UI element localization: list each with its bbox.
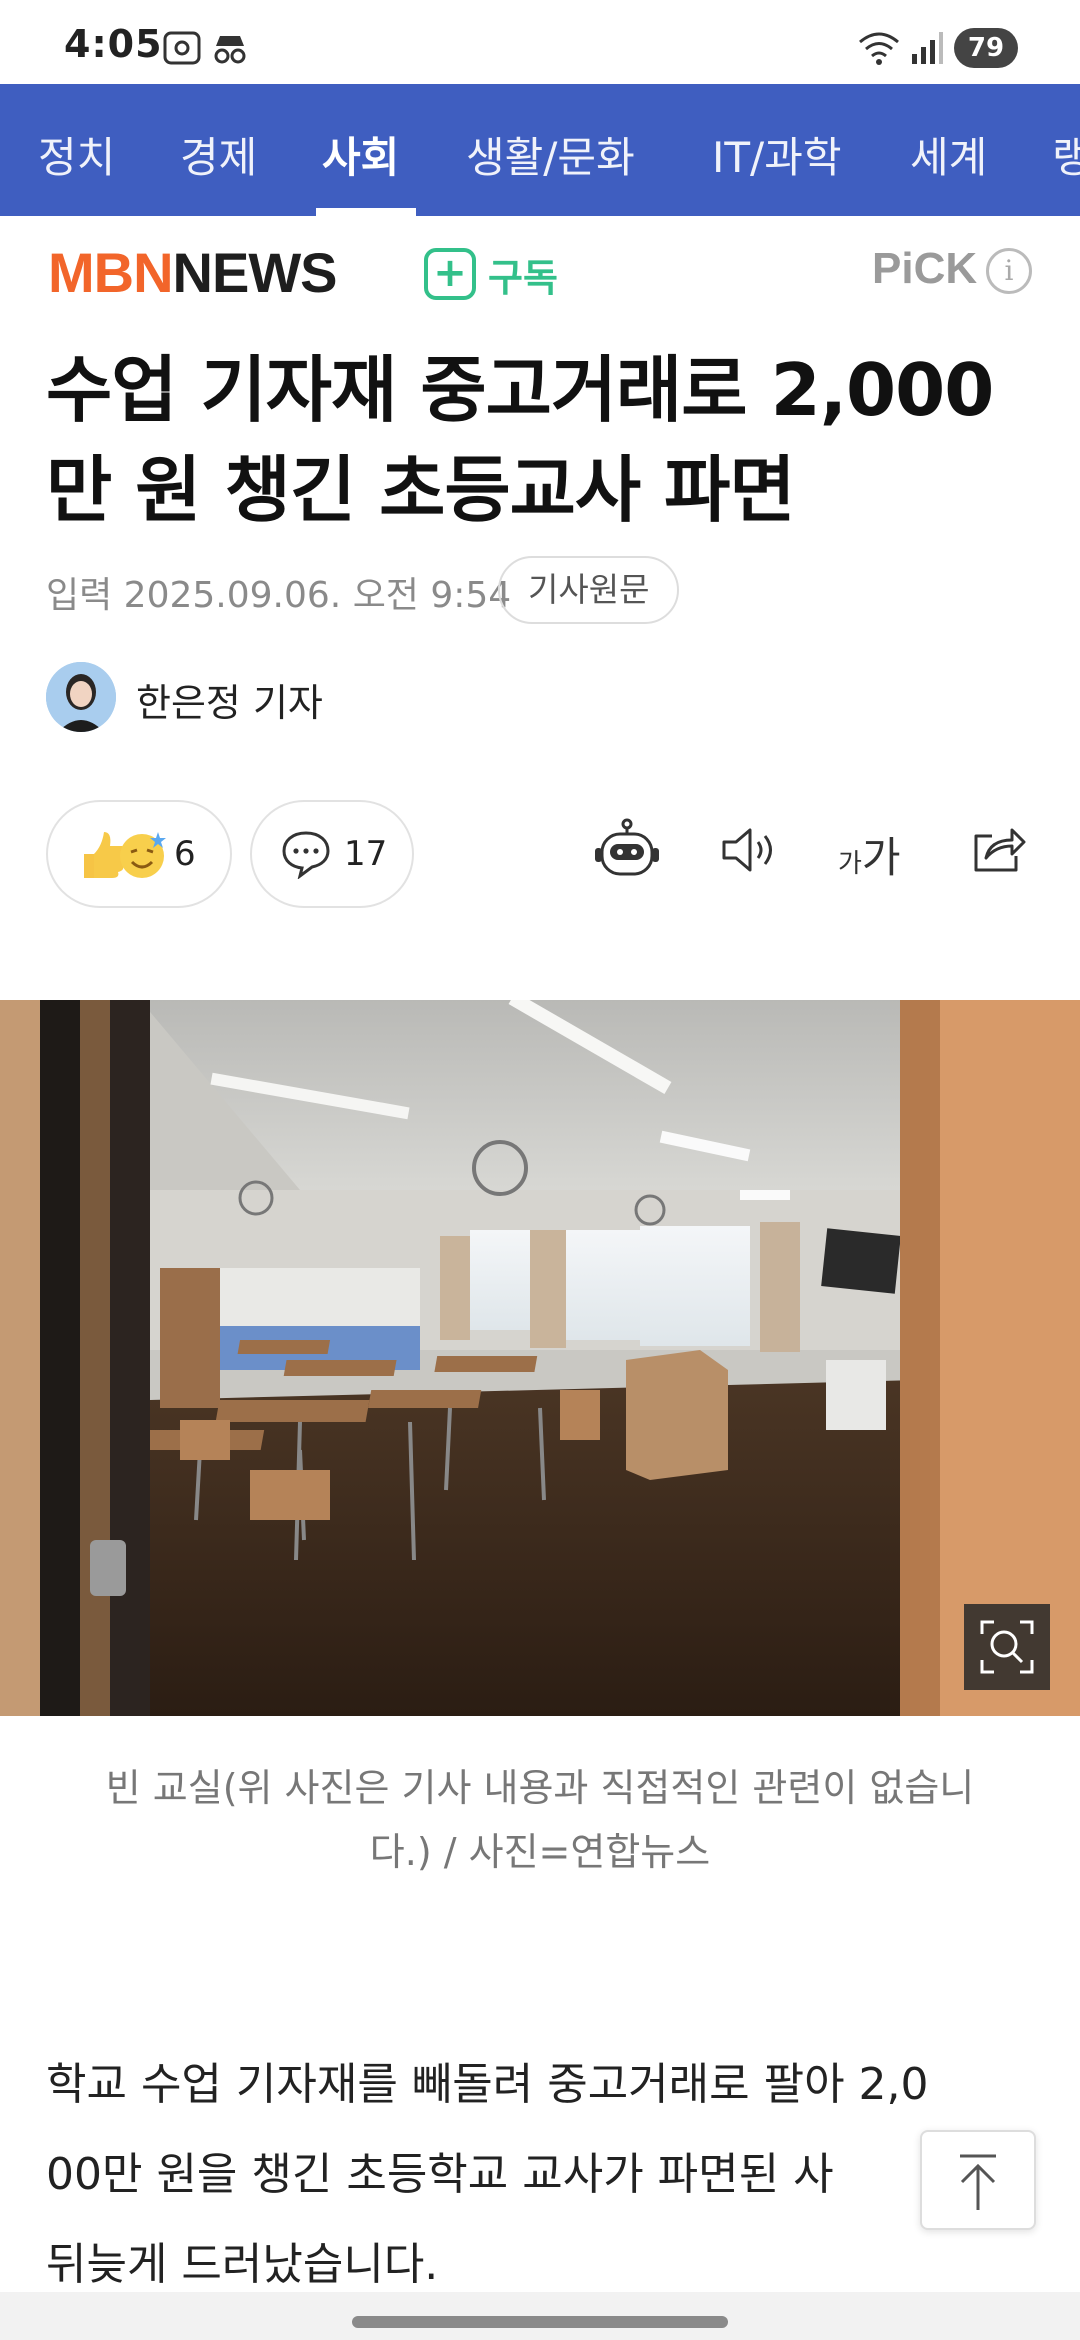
classroom-image: [0, 1000, 1080, 1716]
share-icon[interactable]: [970, 824, 1028, 876]
tab-politics[interactable]: 정치: [38, 124, 115, 185]
caption-line: 빈 교실(위 사진은 기사 내용과 직접적인 관련이 없습니: [105, 1766, 975, 1810]
logo-mbn-text: MBN: [48, 241, 174, 304]
font-size-large-label: 가: [861, 833, 901, 882]
info-icon[interactable]: i: [986, 248, 1032, 294]
category-nav: 정치 경제 사회 생활/문화 IT/과학 세계 랭: [0, 84, 1080, 216]
home-indicator[interactable]: [352, 2316, 728, 2328]
tab-world[interactable]: 세계: [910, 124, 987, 185]
article-title: 수업 기자재 중고거래로 2,000 만 원 챙긴 초등교사 파면: [46, 340, 1046, 540]
article-title-line: 만 원 챙긴 초등교사 파면: [46, 448, 796, 532]
signal-icon: [912, 32, 943, 64]
subscribe-label: 구독: [488, 255, 558, 300]
status-time: 4:05: [64, 22, 163, 66]
tab-society[interactable]: 사회: [322, 124, 399, 185]
text-to-speech-icon[interactable]: [720, 824, 780, 876]
status-bar: 4:05 79: [0, 0, 1080, 84]
caption-line: 다.) / 사진=연합뉴스: [369, 1830, 711, 1874]
arrow-up-icon: [960, 2154, 996, 2210]
comments-button[interactable]: 17: [250, 800, 414, 908]
article-photo[interactable]: [0, 1000, 1080, 1716]
article-date: 입력 2025.09.06. 오전 9:54: [46, 575, 512, 616]
comment-count: 17: [344, 834, 388, 874]
wifi-icon: [859, 32, 899, 65]
article-title-line: 수업 기자재 중고거래로 2,000: [46, 348, 994, 432]
tab-ranking[interactable]: 랭: [1052, 124, 1080, 185]
active-tab-indicator: [316, 208, 416, 216]
original-article-button[interactable]: 기사원문: [498, 556, 680, 624]
tab-economy[interactable]: 경제: [180, 124, 257, 185]
image-zoom-button[interactable]: [964, 1604, 1050, 1690]
body-line: 학교 수업 기자재를 빼돌려 중고거래로 팔아 2,0: [46, 2059, 929, 2110]
reaction-count: 6: [174, 834, 196, 874]
publisher-logo[interactable]: MBNNEWS: [48, 240, 338, 305]
screenshot-icon: [163, 31, 201, 65]
reaction-emoji-icon: [84, 832, 166, 878]
reporter-avatar[interactable]: [46, 662, 116, 732]
scroll-to-top-button[interactable]: [920, 2130, 1036, 2230]
pick-badge: PiCK: [872, 244, 978, 293]
photo-caption: 빈 교실(위 사진은 기사 내용과 직접적인 관련이 없습니 다.) / 사진=…: [60, 1756, 1020, 1884]
body-line: 00만 원을 챙긴 초등학교 교사가 파면된 사: [46, 2149, 834, 2200]
ai-summary-robot-icon[interactable]: [592, 818, 662, 882]
article-body: 학교 수업 기자재를 빼돌려 중고거래로 팔아 2,0 00만 원을 챙긴 초등…: [46, 2040, 1046, 2310]
comment-icon: [282, 831, 330, 879]
tab-life-culture[interactable]: 생활/문화: [466, 124, 635, 185]
plus-icon: +: [424, 248, 476, 300]
tab-it-science[interactable]: IT/과학: [712, 124, 841, 185]
font-size-small-label: 가: [838, 849, 862, 879]
battery-indicator: 79: [954, 28, 1018, 68]
incognito-icon: [214, 36, 246, 64]
logo-news-text: NEWS: [172, 241, 338, 304]
subscribe-button[interactable]: + 구독: [424, 244, 558, 304]
reaction-button[interactable]: 6: [46, 800, 232, 908]
zoom-icon: [980, 1620, 1034, 1674]
reporter-name[interactable]: 한은정 기자: [136, 672, 323, 727]
font-size-button[interactable]: 가가: [838, 824, 901, 885]
